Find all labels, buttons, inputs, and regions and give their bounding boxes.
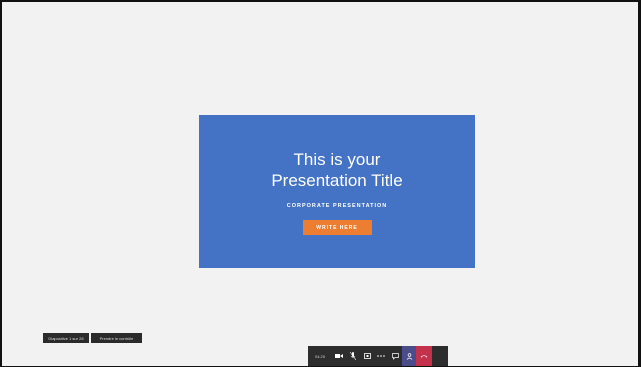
microphone-off-icon xyxy=(350,352,356,360)
share-screen-icon xyxy=(363,353,371,359)
slide-title-line1: This is your xyxy=(293,150,381,169)
more-options-button[interactable] xyxy=(374,346,388,366)
more-options-icon xyxy=(377,355,385,357)
slide-write-here-button: WRITE HERE xyxy=(302,220,372,235)
slide-subtitle: CORPORATE PRESENTATION xyxy=(286,203,388,209)
chat-button[interactable] xyxy=(388,346,402,366)
video-camera-icon xyxy=(335,353,343,359)
meeting-stage: This is your Presentation Title CORPORAT… xyxy=(0,0,641,367)
slide-title: This is your Presentation Title xyxy=(271,149,402,191)
hang-up-icon xyxy=(420,354,428,358)
presentation-slide: This is your Presentation Title CORPORAT… xyxy=(199,115,475,268)
microphone-button[interactable] xyxy=(346,346,360,366)
hang-up-button[interactable] xyxy=(416,346,432,366)
take-control-button[interactable]: Prendre le contrôle xyxy=(91,333,142,343)
participants-icon xyxy=(406,352,413,360)
slide-title-line2: Presentation Title xyxy=(271,171,403,190)
meeting-toolbar: 04:25 xyxy=(308,346,448,366)
camera-button[interactable] xyxy=(332,346,346,366)
chat-icon xyxy=(391,352,399,360)
slide-page-indicator: Diapositive 1 sur 28 xyxy=(43,333,89,343)
share-screen-button[interactable] xyxy=(360,346,374,366)
call-timer: 04:25 xyxy=(314,353,325,359)
participants-button[interactable] xyxy=(402,346,416,366)
